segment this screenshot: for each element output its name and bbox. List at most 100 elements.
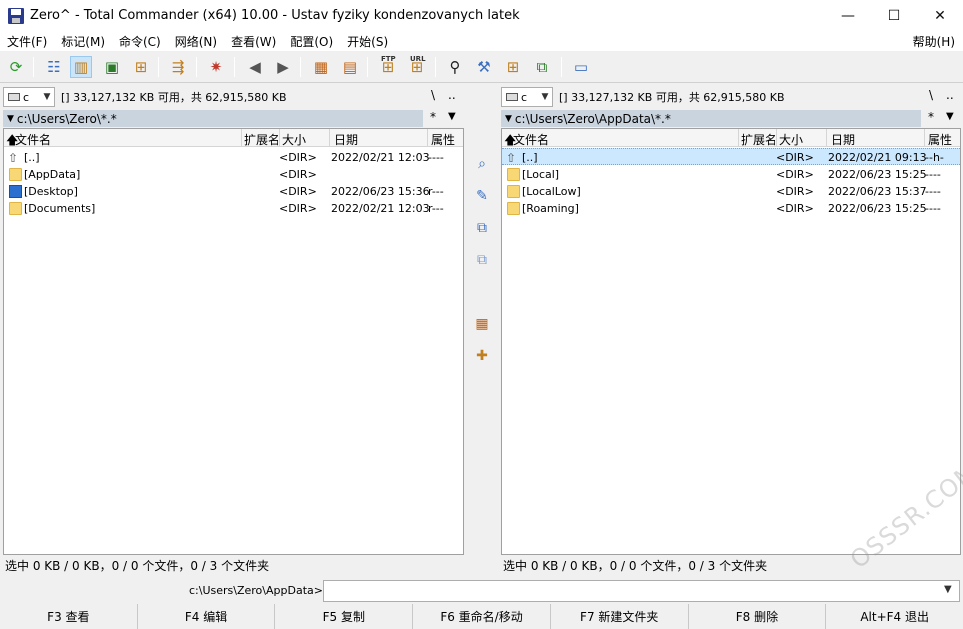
search-binoculars-icon[interactable]: ⚲ (444, 56, 466, 78)
toolbar-separator (561, 57, 562, 77)
file-size: <DIR> (279, 151, 317, 164)
column-ext[interactable]: 扩展名 (741, 131, 775, 148)
menu-start[interactable]: 开始(S) (340, 33, 395, 50)
right-root-button[interactable]: \ (929, 88, 933, 102)
left-column-header: 🡅 文件名 扩展名 大小 日期 属性 (4, 129, 463, 147)
path-dropdown-icon: ▼ (7, 113, 14, 124)
f6-rename-move-button[interactable]: F6 重命名/移动 (413, 604, 551, 629)
file-name: [Documents] (24, 202, 96, 215)
notepad-icon[interactable]: ▭ (570, 56, 592, 78)
column-size[interactable]: 大小 (779, 131, 803, 148)
menu-configuration[interactable]: 配置(O) (283, 33, 340, 50)
back-arrow-icon[interactable]: ◀ (244, 56, 266, 78)
minimize-button[interactable]: — (825, 0, 871, 31)
left-root-button[interactable]: \ (431, 88, 435, 102)
column-name[interactable]: 文件名 (513, 131, 549, 148)
alt-f4-exit-button[interactable]: Alt+F4 退出 (826, 604, 963, 629)
mark-wand-icon[interactable]: ✷ (205, 56, 227, 78)
pack-icon[interactable]: ▦ (310, 56, 332, 78)
menu-help[interactable]: 帮助(H) (913, 33, 955, 50)
table-row[interactable]: [LocalLow] <DIR> 2022/06/23 15:37 ---- (502, 183, 960, 200)
right-status-text: 选中 0 KB / 0 KB，0 / 0 个文件，0 / 3 个文件夹 (503, 559, 768, 573)
menu-view[interactable]: 查看(W) (224, 33, 283, 50)
maximize-button[interactable]: ☐ (871, 0, 917, 31)
right-drive-select[interactable]: c ▼ (501, 87, 553, 107)
app-floppy-icon[interactable] (8, 7, 24, 24)
column-ext[interactable]: 扩展名 (244, 131, 278, 148)
f4-edit-button[interactable]: F4 编辑 (138, 604, 276, 629)
table-row[interactable]: [Roaming] <DIR> 2022/06/23 15:25 ---- (502, 200, 960, 217)
right-path-bar[interactable]: ▼ c:\Users\Zero\AppData\*.* (501, 110, 921, 127)
command-line-input[interactable] (323, 580, 960, 602)
left-drive-select[interactable]: c ▼ (3, 87, 55, 107)
column-date[interactable]: 日期 (831, 131, 855, 148)
left-file-panel[interactable]: 🡅 文件名 扩展名 大小 日期 属性 ⇧ [..] <DIR> 2022/02/… (3, 128, 464, 555)
right-history-dropdown-icon[interactable]: ▼ (946, 111, 954, 122)
file-size: <DIR> (776, 151, 814, 164)
left-history-dropdown-icon[interactable]: ▼ (448, 111, 456, 122)
left-up-button[interactable]: .. (448, 88, 456, 102)
f7-new-folder-button[interactable]: F7 新建文件夹 (551, 604, 689, 629)
menu-commands[interactable]: 命令(C) (112, 33, 168, 50)
table-row[interactable]: [Documents] <DIR> 2022/02/21 12:03 r--- (4, 200, 463, 217)
move-files-icon[interactable]: ⧉ (472, 250, 492, 270)
thumbnails-icon[interactable]: ▣ (101, 56, 123, 78)
right-up-button[interactable]: .. (946, 88, 954, 102)
desktop-icon (9, 185, 22, 198)
full-view-icon[interactable]: ▥ (70, 56, 92, 78)
right-drive-row: c ▼ [] 33,127,132 KB 可用，共 62,915,580 KB (501, 86, 785, 108)
column-name[interactable]: 文件名 (15, 131, 51, 148)
right-path-filter[interactable]: * (928, 110, 934, 124)
file-attr: r--- (428, 185, 444, 198)
table-row-selected[interactable]: ⇧ [..] <DIR> 2022/02/21 09:13 --h- (502, 148, 960, 165)
sync-dirs-icon[interactable]: ⊞ (502, 56, 524, 78)
file-date: 2022/02/21 12:03 (331, 151, 430, 164)
left-path-bar[interactable]: ▼ c:\Users\Zero\*.* (3, 110, 423, 127)
command-history-chevron-down-icon[interactable]: ▼ (944, 584, 952, 595)
column-attr[interactable]: 属性 (431, 131, 455, 148)
file-name: [Desktop] (24, 185, 78, 198)
folder-icon (9, 202, 22, 215)
brief-view-icon[interactable]: ☷ (43, 56, 65, 78)
compare-dirs-icon[interactable]: ⇶ (167, 56, 189, 78)
drive-icon (8, 93, 20, 101)
ftp-icon[interactable]: FTP ⊞ (377, 56, 399, 78)
left-status-text: 选中 0 KB / 0 KB，0 / 0 个文件，0 / 3 个文件夹 (5, 559, 270, 573)
pack-files-icon[interactable]: ▦ (472, 314, 492, 334)
f3-view-button[interactable]: F3 查看 (0, 604, 138, 629)
url-label: URL (410, 55, 426, 63)
copy-names-icon[interactable]: ⧉ (531, 56, 553, 78)
copy-files-icon[interactable]: ⧉ (472, 218, 492, 238)
url-icon[interactable]: URL ⊞ (406, 56, 428, 78)
view-file-icon[interactable]: ⌕ (472, 154, 492, 174)
unpack-icon[interactable]: ▤ (339, 56, 361, 78)
multi-rename-icon[interactable]: ⚒ (473, 56, 495, 78)
forward-arrow-icon[interactable]: ▶ (272, 56, 294, 78)
column-attr[interactable]: 属性 (928, 131, 952, 148)
column-size[interactable]: 大小 (282, 131, 306, 148)
f5-copy-button[interactable]: F5 复制 (275, 604, 414, 629)
refresh-icon[interactable]: ⟳ (5, 56, 27, 78)
table-row[interactable]: [Local] <DIR> 2022/06/23 15:25 ---- (502, 166, 960, 183)
menu-mark[interactable]: 标记(M) (54, 33, 112, 50)
new-folder-icon[interactable]: ✚ (472, 346, 492, 366)
ftp-label: FTP (381, 55, 396, 63)
file-attr: ---- (925, 202, 941, 215)
title-bar: Zero^ - Total Commander (x64) 10.00 - Us… (0, 0, 963, 31)
path-dropdown-icon: ▼ (505, 113, 512, 124)
close-button[interactable]: ✕ (917, 0, 963, 31)
edit-file-icon[interactable]: ✎ (472, 186, 492, 206)
menu-net[interactable]: 网络(N) (168, 33, 224, 50)
right-drive-info: [] 33,127,132 KB 可用，共 62,915,580 KB (559, 91, 785, 104)
up-dir-icon: ⇧ (8, 151, 19, 165)
column-date[interactable]: 日期 (334, 131, 358, 148)
menu-file[interactable]: 文件(F) (0, 33, 54, 50)
table-row[interactable]: [Desktop] <DIR> 2022/06/23 15:36 r--- (4, 183, 463, 200)
tree-view-icon[interactable]: ⊞ (130, 56, 152, 78)
file-size: <DIR> (279, 168, 317, 181)
f8-delete-button[interactable]: F8 删除 (689, 604, 827, 629)
table-row[interactable]: ⇧ [..] <DIR> 2022/02/21 12:03 ---- (4, 149, 463, 166)
left-path-filter[interactable]: * (430, 110, 436, 124)
right-file-panel[interactable]: 🡅 文件名 扩展名 大小 日期 属性 ⇧ [..] <DIR> 2022/02/… (501, 128, 961, 555)
table-row[interactable]: [AppData] <DIR> (4, 166, 463, 183)
